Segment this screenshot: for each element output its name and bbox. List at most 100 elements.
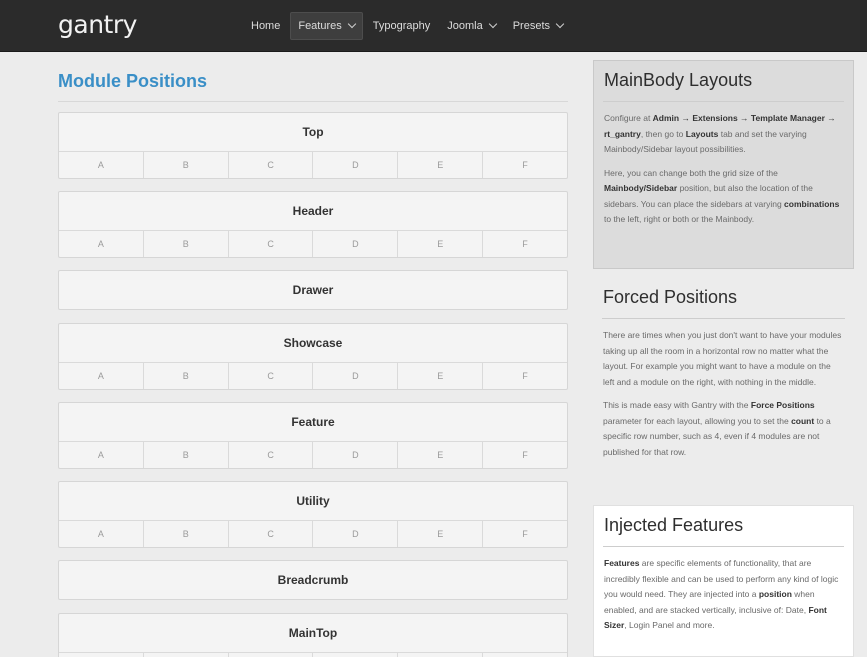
nav-item-label: Features xyxy=(298,20,342,32)
module-column: D xyxy=(312,653,397,657)
text-run: There are times when you just don't want… xyxy=(603,330,842,387)
text-run: Configure at xyxy=(604,113,653,123)
text-run: , then go to xyxy=(640,128,686,139)
module-name: Drawer xyxy=(292,283,334,297)
module-name: Showcase xyxy=(283,336,343,350)
module-column: E xyxy=(397,363,482,389)
module-column: E xyxy=(397,521,482,547)
nav-item-features[interactable]: Features xyxy=(290,12,363,40)
bold-text: combinations xyxy=(784,198,840,209)
module-column: F xyxy=(482,653,567,657)
module-position-showcase: Showcase A B C D E F xyxy=(58,323,568,390)
module-column: B xyxy=(142,442,228,468)
page-title: Module Positions xyxy=(58,71,208,91)
module-column: D xyxy=(312,231,397,257)
nav-item-label: Joomla xyxy=(447,20,483,32)
divider xyxy=(603,546,844,547)
nav-item-presets[interactable]: Presets xyxy=(506,12,570,40)
module-column: A xyxy=(59,653,143,657)
module-column: F xyxy=(482,363,567,389)
module-name: Top xyxy=(302,125,324,139)
module-column: B xyxy=(142,231,228,257)
site-logo[interactable]: gantry xyxy=(58,10,137,39)
module-column: C xyxy=(227,521,313,547)
nav-item-label: Typography xyxy=(372,20,431,32)
box-title: Forced Positions xyxy=(603,287,738,307)
main-nav: Home Features Typography Joomla Presets xyxy=(244,0,573,52)
divider xyxy=(58,101,568,102)
module-column: E xyxy=(397,442,482,468)
module-columns: A B C D E F xyxy=(59,520,567,547)
divider xyxy=(603,101,844,102)
module-position-header: Header A B C D E F xyxy=(58,191,568,258)
injected-features-box: Injected Features Features are specific … xyxy=(593,505,854,657)
top-navbar: gantry Home Features Typography Joomla P… xyxy=(0,0,867,52)
module-column: F xyxy=(482,521,567,547)
module-column: C xyxy=(227,653,313,657)
bold-text: position xyxy=(758,589,792,599)
box-paragraph: Here, you can change both the grid size … xyxy=(594,166,853,228)
module-column: E xyxy=(397,653,482,657)
forced-positions-box: Forced Positions There are times when yo… xyxy=(593,278,854,460)
module-column: E xyxy=(397,231,482,257)
bold-text: Layouts xyxy=(685,128,719,139)
module-position-utility: Utility A B C D E F xyxy=(58,481,568,548)
module-position-breadcrumb: Breadcrumb xyxy=(58,560,568,600)
text-run: to the left, right or both or the Mainbo… xyxy=(604,214,755,224)
text-run: , Login Panel and more. xyxy=(624,620,715,630)
bold-text: Features xyxy=(604,558,640,568)
module-position-top: Top A B C D E F xyxy=(58,112,568,179)
module-columns: A B C D E F xyxy=(59,652,567,657)
chevron-down-icon xyxy=(555,19,565,29)
module-column: D xyxy=(312,152,397,178)
module-column: A xyxy=(97,239,104,249)
module-column: D xyxy=(312,363,397,389)
module-column: D xyxy=(312,442,397,468)
module-column: B xyxy=(142,152,228,178)
module-column: C xyxy=(227,152,313,178)
module-columns: A B C D E F xyxy=(59,230,567,257)
box-paragraph: There are times when you just don't want… xyxy=(593,328,854,390)
bold-text: Force Positions xyxy=(750,400,815,410)
chevron-down-icon xyxy=(488,19,497,29)
nav-item-label: Home xyxy=(251,20,281,32)
box-paragraph: This is made easy with Gantry with the F… xyxy=(593,398,854,460)
nav-item-typography[interactable]: Typography xyxy=(366,12,437,40)
text-run: parameter for each layout, allowing you … xyxy=(603,415,792,426)
module-column: B xyxy=(142,653,228,657)
bold-text: count xyxy=(791,415,815,426)
module-column: A xyxy=(97,160,104,170)
module-position-drawer: Drawer xyxy=(58,270,568,310)
module-columns: A B C D E F xyxy=(59,441,567,468)
text-run: Here, you can change both the grid size … xyxy=(604,167,778,178)
nav-item-label: Presets xyxy=(512,20,551,32)
module-column: C xyxy=(227,231,313,257)
module-column: D xyxy=(312,521,397,547)
module-position-feature: Feature A B C D E F xyxy=(58,402,568,469)
nav-item-joomla[interactable]: Joomla xyxy=(440,12,502,40)
module-name: MainTop xyxy=(288,626,338,640)
module-columns: A B C D E F xyxy=(59,151,567,178)
box-title: Injected Features xyxy=(604,515,744,535)
module-column: C xyxy=(227,442,313,468)
module-column: A xyxy=(97,450,104,460)
box-paragraph: Configure at Admin → Extensions → Templa… xyxy=(594,111,853,158)
mainbody-layouts-box: MainBody Layouts Configure at Admin → Ex… xyxy=(593,60,854,269)
module-name: Header xyxy=(292,204,334,218)
module-column: E xyxy=(397,152,482,178)
module-name: Feature xyxy=(291,415,335,429)
text-run: This is made easy with Gantry with the xyxy=(603,400,751,410)
module-column: B xyxy=(142,521,228,547)
module-name: Utility xyxy=(296,494,330,508)
divider xyxy=(602,318,845,319)
module-position-maintop: MainTop A B C D E F xyxy=(58,613,568,657)
module-column: A xyxy=(97,529,104,539)
module-name: Breadcrumb xyxy=(277,573,349,587)
module-column: B xyxy=(142,363,228,389)
chevron-down-icon xyxy=(347,19,357,29)
box-title: MainBody Layouts xyxy=(604,70,753,90)
nav-item-home[interactable]: Home xyxy=(244,12,287,40)
module-column: F xyxy=(482,152,567,178)
module-column: C xyxy=(227,363,313,389)
bold-text: Mainbody/Sidebar xyxy=(604,183,678,193)
